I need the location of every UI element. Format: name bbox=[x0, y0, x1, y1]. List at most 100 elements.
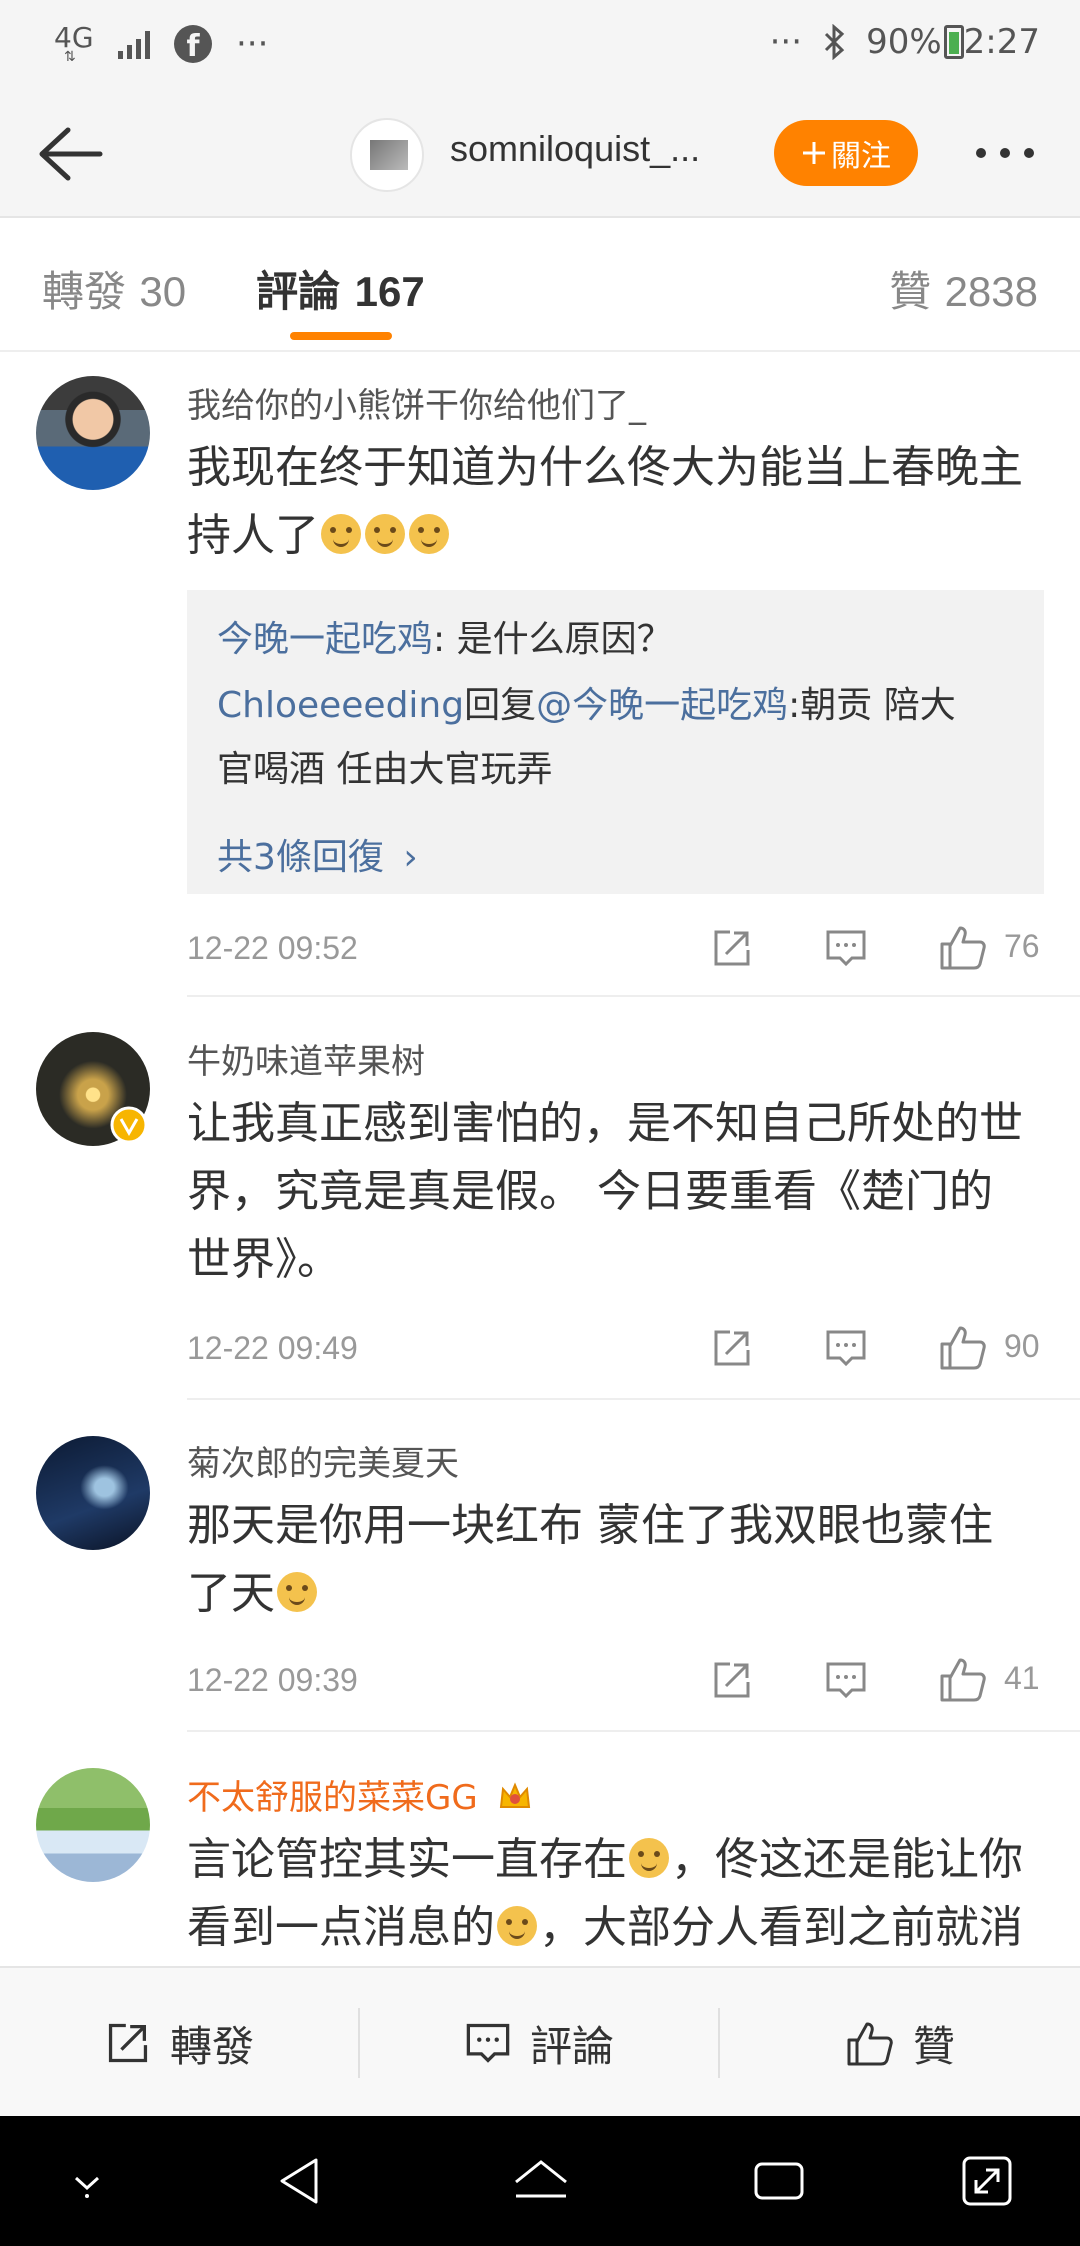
repost-label: 轉發 bbox=[169, 2021, 254, 2071]
comment-icon[interactable] bbox=[824, 1658, 868, 1702]
share-icon[interactable] bbox=[710, 926, 754, 970]
comment-button[interactable]: 評論 bbox=[360, 1968, 718, 2118]
comment-text-line: 世界》。 bbox=[187, 1234, 341, 1285]
commenter-name[interactable]: 我给你的小熊饼干你给他们了_ bbox=[187, 378, 646, 427]
reply-verb: 回复 bbox=[464, 685, 537, 726]
tab-reposts-label: 轉發 bbox=[42, 267, 127, 316]
comment-text-line: 那天是你用一块红布 蒙住了我双眼也蒙住 bbox=[187, 1500, 993, 1551]
comment-text-line: 让我真正感到害怕的，是不知自己所处的世 bbox=[187, 1098, 1023, 1149]
more-notifications-icon: ··· bbox=[236, 24, 269, 64]
facebook-icon: f bbox=[174, 25, 212, 63]
comment-text-line: 了天 bbox=[187, 1560, 1047, 1628]
comment-text-line: 界，究竟是真是假。 今日要重看《楚门的 bbox=[187, 1166, 993, 1217]
author-name[interactable]: somniloquist_... bbox=[450, 128, 700, 170]
comment-actions: 41 bbox=[710, 1654, 1050, 1704]
comment-time: 12-22 09:39 bbox=[187, 1662, 358, 1698]
comment-item: 牛奶味道苹果树 让我真正感到害怕的，是不知自己所处的世 界，究竟是真是假。 今日… bbox=[0, 996, 1080, 1400]
reply-mention[interactable]: @今晚一起吃鸡 bbox=[536, 685, 788, 726]
tab-comments-label: 評論 bbox=[256, 267, 341, 316]
follow-label: 關注 bbox=[831, 139, 891, 174]
thumbs-up-icon[interactable] bbox=[938, 922, 988, 972]
back-triangle-icon[interactable] bbox=[266, 2146, 336, 2216]
recent-apps-icon[interactable] bbox=[744, 2146, 814, 2216]
reply-preview-box[interactable]: 今晚一起吃鸡: 是什么原因？ Chloeeeeding回复@今晚一起吃鸡:朝贡 … bbox=[187, 590, 1044, 894]
more-replies-link[interactable]: 共3條回復 › bbox=[217, 828, 418, 880]
share-icon bbox=[108, 2023, 148, 2063]
back-arrow-icon[interactable] bbox=[26, 116, 106, 192]
thumbs-up-icon[interactable] bbox=[938, 1654, 988, 1704]
commenter-avatar[interactable] bbox=[36, 1436, 150, 1550]
plus-icon bbox=[803, 142, 825, 164]
comment-time: 12-22 09:52 bbox=[187, 930, 358, 966]
comment-text-line: 言论管控其实一直存在 ，佟这还是能让你 bbox=[187, 1826, 1047, 1894]
chevron-right-icon: › bbox=[403, 837, 418, 878]
battery-percent: 90% bbox=[866, 22, 942, 62]
clock: 2:27 bbox=[963, 22, 1040, 62]
home-icon[interactable] bbox=[506, 2146, 576, 2216]
comment-text-segment: 看到一点消息的 bbox=[187, 1902, 495, 1953]
reply-line: Chloeeeeding回复@今晚一起吃鸡:朝贡 陪大 bbox=[217, 674, 1017, 738]
comment-label: 評論 bbox=[529, 2021, 614, 2071]
comment-time: 12-22 09:49 bbox=[187, 1330, 358, 1366]
comment-icon bbox=[466, 2023, 510, 2063]
commenter-avatar[interactable] bbox=[36, 1768, 150, 1882]
tab-comments-count: 167 bbox=[354, 268, 425, 315]
like-count: 41 bbox=[1004, 1660, 1040, 1696]
more-options-icon[interactable] bbox=[976, 148, 1034, 158]
comment-text: 言论管控其实一直存在 ，佟这还是能让你 看到一点消息的 ，大部分人看到之前就消 bbox=[187, 1826, 1047, 1962]
like-button[interactable]: 贊 bbox=[720, 1968, 1080, 2118]
tab-reposts[interactable]: 轉發 30 bbox=[42, 258, 186, 319]
bottom-action-bar: 轉發 評論 贊 bbox=[0, 1966, 1080, 2116]
comment-text-line: 看到一点消息的 ，大部分人看到之前就消 bbox=[187, 1894, 1047, 1962]
tab-likes[interactable]: 贊 2838 bbox=[889, 258, 1038, 319]
like-label: 贊 bbox=[912, 2021, 955, 2071]
nav-bar: somniloquist_... 關注 bbox=[0, 90, 1080, 218]
status-bar: 4G ⇅ f ··· ··· 90% 2:27 bbox=[0, 0, 1080, 90]
like-count: 76 bbox=[1004, 928, 1040, 964]
commenter-name[interactable]: 不太舒服的菜菜GG bbox=[187, 1770, 533, 1819]
chevron-down-icon[interactable] bbox=[52, 2146, 122, 2216]
share-icon[interactable] bbox=[710, 1658, 754, 1702]
doge-emoji-icon bbox=[321, 514, 361, 554]
repost-button[interactable]: 轉發 bbox=[0, 1968, 358, 2118]
comment-text-segment: 了天 bbox=[187, 1568, 275, 1619]
tab-reposts-count: 30 bbox=[139, 268, 187, 315]
commenter-avatar[interactable] bbox=[36, 376, 150, 490]
like-count: 90 bbox=[1004, 1328, 1040, 1364]
comment-text: 让我真正感到害怕的，是不知自己所处的世 界，究竟是真是假。 今日要重看《楚门的 … bbox=[187, 1090, 1047, 1294]
reply-author[interactable]: Chloeeeeding bbox=[217, 685, 464, 726]
tab-likes-count: 2838 bbox=[944, 268, 1038, 315]
reply-text: 官喝酒 任由大官玩弄 bbox=[217, 749, 553, 790]
doge-emoji-icon bbox=[365, 514, 405, 554]
comment-item: 菊次郎的完美夏天 那天是你用一块红布 蒙住了我双眼也蒙住 了天 12-22 09… bbox=[0, 1398, 1080, 1732]
reply-text: : 是什么原因？ bbox=[433, 619, 673, 660]
reply-line: 今晚一起吃鸡: 是什么原因？ bbox=[217, 608, 1017, 672]
crown-badge-icon bbox=[499, 1782, 530, 1808]
thumbs-up-icon[interactable] bbox=[938, 1322, 988, 1372]
comment-text-segment: ，佟这还是能让你 bbox=[671, 1834, 1023, 1885]
tab-comments[interactable]: 評論 167 bbox=[256, 258, 425, 319]
signal-icon bbox=[118, 29, 150, 59]
bluetooth-icon bbox=[825, 24, 845, 60]
follow-button[interactable]: 關注 bbox=[774, 120, 918, 186]
commenter-name[interactable]: 菊次郎的完美夏天 bbox=[187, 1436, 459, 1485]
author-avatar[interactable] bbox=[350, 118, 424, 192]
tab-likes-label: 贊 bbox=[889, 267, 932, 316]
comment-item: 我给你的小熊饼干你给他们了_ 我现在终于知道为什么佟大为能当上春晚主 持人了 今… bbox=[0, 352, 1080, 997]
comment-icon[interactable] bbox=[824, 926, 868, 970]
expand-icon[interactable] bbox=[952, 2146, 1022, 2216]
comment-text-segment: 持人了 bbox=[187, 510, 319, 561]
verified-badge-icon bbox=[110, 1106, 148, 1144]
comment-actions: 90 bbox=[710, 1322, 1050, 1372]
comment-icon[interactable] bbox=[824, 1326, 868, 1370]
more-status-icon: ··· bbox=[769, 22, 803, 62]
more-replies-label: 共3條回復 bbox=[217, 837, 384, 878]
comment-actions: 76 bbox=[710, 922, 1050, 972]
network-icon: 4G ⇅ bbox=[54, 21, 94, 65]
commenter-name-text: 不太舒服的菜菜GG bbox=[187, 1778, 478, 1818]
comment-text: 那天是你用一块红布 蒙住了我双眼也蒙住 了天 bbox=[187, 1492, 1047, 1628]
share-icon[interactable] bbox=[710, 1326, 754, 1370]
reply-author[interactable]: 今晚一起吃鸡 bbox=[217, 619, 433, 660]
commenter-name[interactable]: 牛奶味道苹果树 bbox=[187, 1034, 425, 1083]
doge-emoji-icon bbox=[409, 514, 449, 554]
